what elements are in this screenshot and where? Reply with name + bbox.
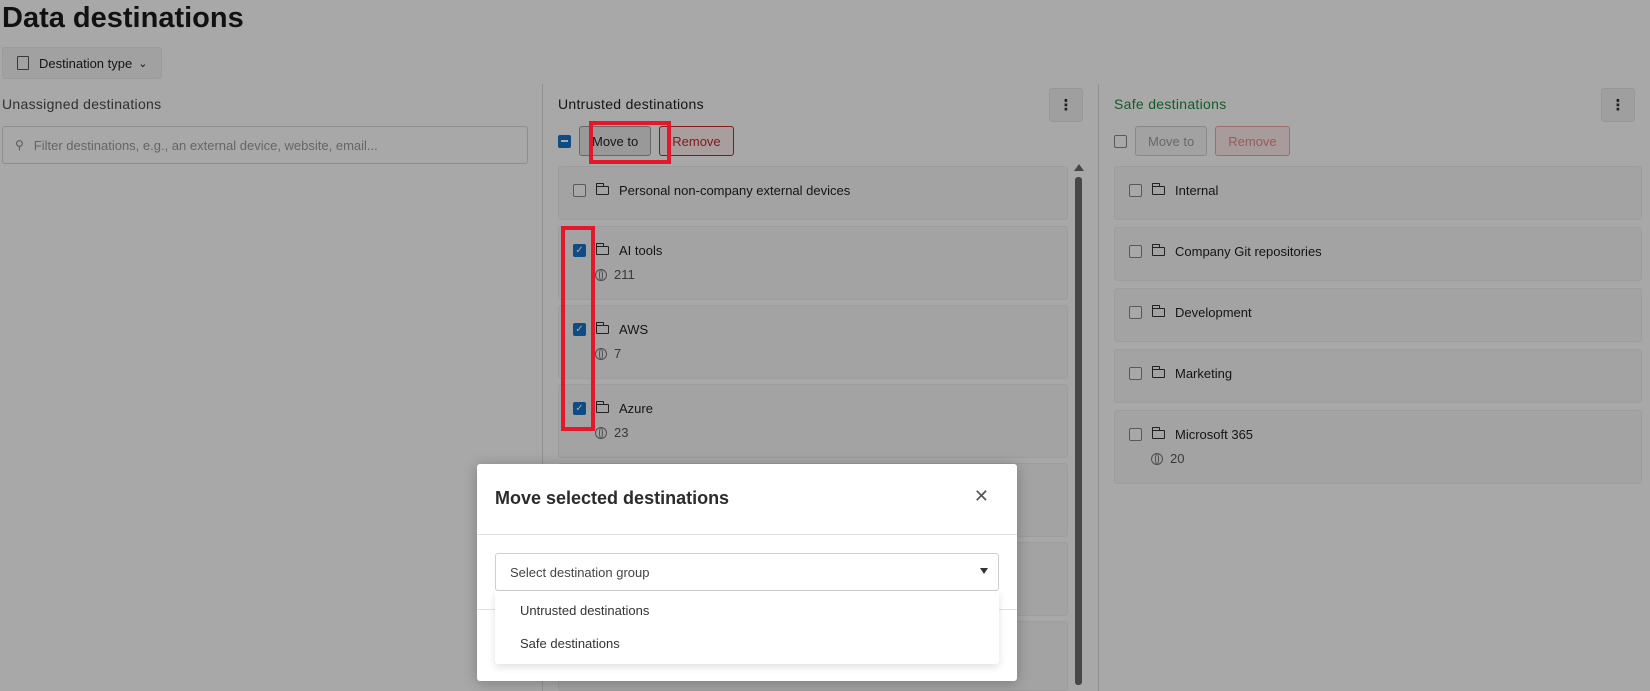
page: Data destinations Destination type ⌄ Una… bbox=[0, 0, 1650, 691]
checkbox-highlight bbox=[561, 226, 595, 431]
option-untrusted-destinations[interactable]: Untrusted destinations bbox=[520, 603, 649, 618]
destination-group-options: Untrusted destinations Safe destinations bbox=[495, 591, 999, 664]
close-icon[interactable]: ✕ bbox=[974, 486, 989, 507]
select-placeholder: Select destination group bbox=[510, 564, 650, 580]
dialog-title: Move selected destinations bbox=[495, 488, 730, 508]
destination-group-select[interactable]: Select destination group bbox=[495, 553, 999, 591]
move-to-highlight bbox=[589, 121, 671, 164]
move-destinations-dialog: Move selected destinations ✕ Select dest… bbox=[477, 464, 1017, 681]
caret-down-icon bbox=[980, 568, 988, 574]
dialog-divider bbox=[477, 534, 1017, 535]
option-safe-destinations[interactable]: Safe destinations bbox=[520, 636, 620, 651]
